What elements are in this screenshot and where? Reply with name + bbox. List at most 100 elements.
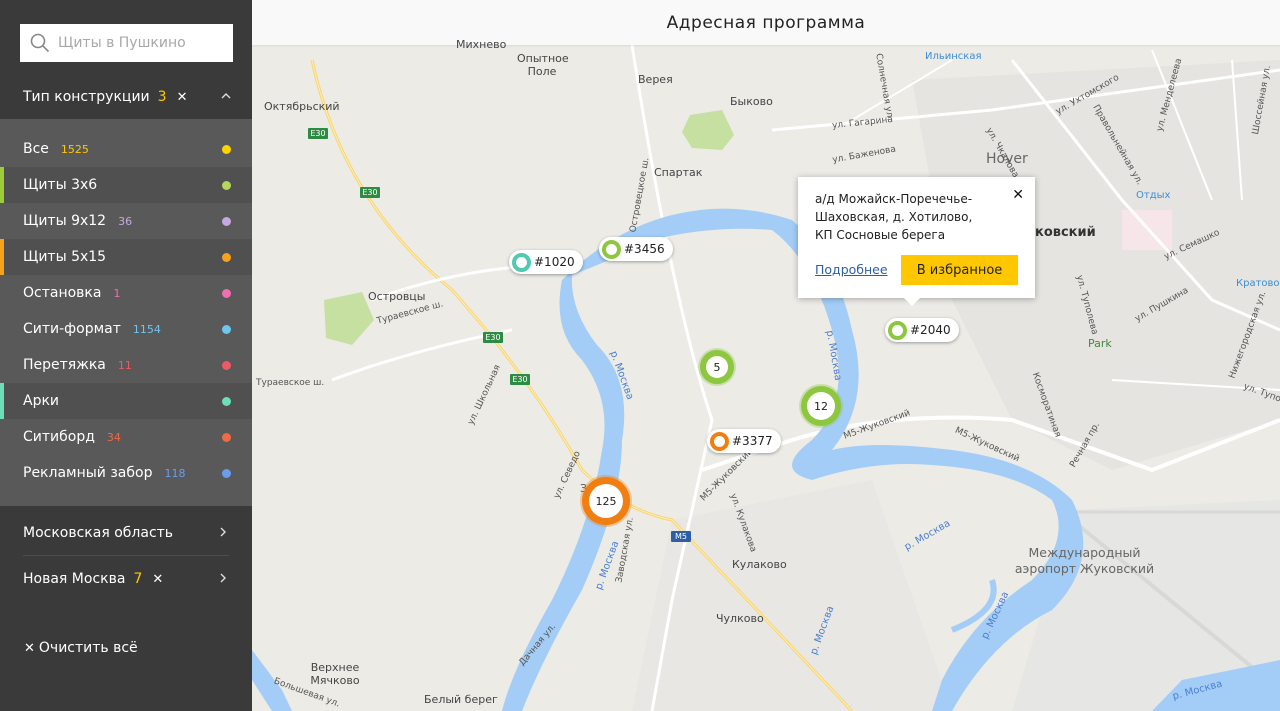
road-shield: M5 [671, 531, 691, 542]
billboard-pin[interactable]: #3377 [707, 429, 781, 453]
option-label: Щиты 3х6 [23, 177, 98, 193]
pin-marker-icon [888, 320, 907, 340]
option-count: 1525 [60, 142, 89, 156]
map-label: Верхнее Мячково [310, 661, 360, 687]
map-label: Белый берег [424, 693, 498, 706]
pin-label: #3456 [624, 242, 665, 256]
map-label: Опытное Поле [517, 52, 569, 78]
color-dot-icon [222, 433, 231, 442]
construction-type-option[interactable]: Арки [0, 383, 252, 419]
address-line: КП Сосновые берега [815, 228, 946, 242]
road-shield: E30 [308, 128, 328, 139]
cluster-count: 125 [589, 484, 623, 518]
color-dot-icon [222, 145, 231, 154]
option-label: Перетяжка [23, 357, 106, 373]
option-count: 1 [113, 286, 121, 300]
address-line: а/д Можайск-Поречечье- [815, 192, 973, 206]
road-shield: E30 [510, 374, 530, 385]
region-moscow-oblast[interactable]: Московская область [23, 510, 229, 556]
chevron-right-icon [220, 573, 226, 583]
construction-type-option[interactable]: Щиты 3х6 [0, 167, 252, 203]
map-label: Тураевское ш. [256, 378, 325, 388]
option-label: Рекламный забор [23, 465, 153, 481]
map-label: Кратово [1236, 278, 1280, 289]
map-label: Международный аэропорт Жуковский [1014, 545, 1155, 576]
map[interactable]: Адресная программа Михнево Опытное Поле … [252, 0, 1280, 711]
billboard-pin[interactable]: #1020 [509, 250, 583, 274]
construction-type-options: Все 1525 Щиты 3х6 Щиты 9х12 36 Щиты 5х15 Остан… [0, 119, 252, 506]
close-icon[interactable]: ✕ [1012, 187, 1024, 203]
construction-type-filter-header[interactable]: Тип конструкции 3 ✕ [0, 77, 252, 117]
filter-selected-count: 3 [157, 89, 167, 105]
construction-type-option[interactable]: Щиты 9х12 36 [0, 203, 252, 239]
chevron-up-icon[interactable] [220, 90, 232, 102]
chevron-right-icon [220, 527, 226, 537]
pin-label: #2040 [910, 323, 951, 337]
region-label: Новая Москва [23, 571, 126, 587]
construction-type-option[interactable]: Остановка 1 [0, 275, 252, 311]
color-dot-icon [222, 325, 231, 334]
search-input[interactable] [58, 35, 218, 51]
search-box[interactable] [20, 24, 233, 62]
construction-type-option[interactable]: Ситиборд 34 [0, 419, 252, 455]
construction-type-option[interactable]: Сити-формат 1154 [0, 311, 252, 347]
color-dot-icon [222, 397, 231, 406]
construction-type-option[interactable]: Перетяжка 11 [0, 347, 252, 383]
address-line: Шаховская, д. Хотилово, [815, 210, 973, 224]
road-shield: E30 [483, 332, 503, 343]
map-label: Михнево [456, 38, 507, 51]
construction-type-option[interactable]: Рекламный забор 118 [0, 455, 252, 491]
map-label: ковский [1035, 225, 1096, 240]
option-label: Щиты 5х15 [23, 249, 107, 265]
filter-title: Тип конструкции [23, 89, 150, 105]
map-label: Быково [730, 95, 773, 108]
map-label: Верея [638, 73, 673, 86]
map-label: Ильинская [925, 51, 982, 62]
option-count: 34 [106, 430, 121, 444]
billboard-cluster[interactable]: 12 [801, 386, 841, 426]
color-dot-icon [222, 289, 231, 298]
billboard-pin[interactable]: #2040 [885, 318, 959, 342]
color-dot-icon [222, 253, 231, 262]
pin-label: #1020 [534, 255, 575, 269]
option-count: 1154 [132, 322, 161, 336]
option-label: Ситиборд [23, 429, 95, 445]
cluster-count: 5 [706, 356, 728, 378]
close-icon[interactable]: ✕ [152, 572, 163, 587]
map-label: Чулково [716, 612, 764, 625]
details-link[interactable]: Подробнее [815, 262, 888, 277]
option-count: 11 [117, 358, 132, 372]
billboard-pin[interactable]: #3456 [599, 237, 673, 261]
region-label: Московская область [23, 525, 174, 541]
pin-label: #3377 [732, 434, 773, 448]
construction-type-option[interactable]: Щиты 5х15 [0, 239, 252, 275]
option-label: Сити-формат [23, 321, 121, 337]
color-dot-icon [222, 181, 231, 190]
map-label: Спартак [654, 166, 703, 179]
clear-all-button[interactable]: ✕ Очистить всё [24, 640, 138, 656]
selected-indicator [0, 239, 4, 275]
pin-marker-icon [602, 239, 621, 259]
close-icon[interactable]: ✕ [177, 90, 188, 105]
billboard-cluster[interactable]: 125 [582, 477, 630, 525]
option-label: Щиты 9х12 [23, 213, 107, 229]
option-label: Все [23, 141, 49, 157]
construction-type-option[interactable]: Все 1525 [0, 131, 252, 167]
map-label: Park [1088, 337, 1112, 350]
road-shield: E30 [360, 187, 380, 198]
clear-all-label: Очистить всё [38, 640, 138, 656]
sidebar: Тип конструкции 3 ✕ Все 1525 Щиты 3х6 Щиты … [0, 0, 252, 711]
pin-marker-icon [710, 431, 729, 451]
color-dot-icon [222, 361, 231, 370]
option-count: 36 [118, 214, 133, 228]
region-new-moscow[interactable]: Новая Москва 7 ✕ [23, 556, 229, 602]
selected-indicator [0, 167, 4, 203]
map-label: Кулаково [732, 558, 787, 571]
billboard-popup: а/д Можайск-Поречечье- Шаховская, д. Хот… [798, 177, 1035, 306]
color-dot-icon [222, 469, 231, 478]
billboard-cluster[interactable]: 5 [700, 350, 734, 384]
add-to-favorites-button[interactable]: В избранное [901, 255, 1018, 285]
map-label: Островцы [368, 290, 426, 303]
option-label: Остановка [23, 285, 102, 301]
close-icon: ✕ [24, 640, 35, 656]
